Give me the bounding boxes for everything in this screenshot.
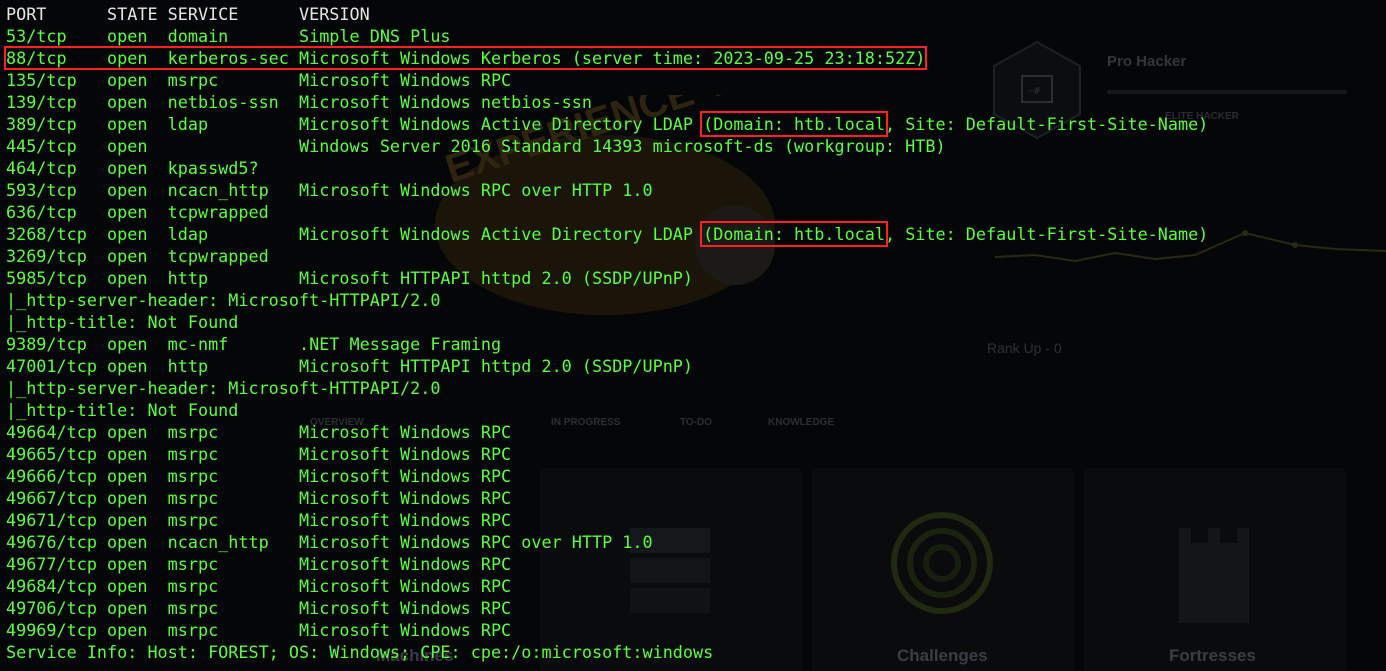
nmap-line: 445/tcp open Windows Server 2016 Standar… [6, 136, 946, 156]
nmap-line: 49969/tcp open msrpc Microsoft Windows R… [6, 620, 512, 640]
nmap-line: 49666/tcp open msrpc Microsoft Windows R… [6, 466, 512, 486]
nmap-line: |_http-server-header: Microsoft-HTTPAPI/… [6, 378, 441, 398]
nmap-line: 49671/tcp open msrpc Microsoft Windows R… [6, 510, 512, 530]
nmap-line: 9389/tcp open mc-nmf .NET Message Framin… [6, 334, 502, 354]
domain-highlight: (Domain: htb.local [700, 111, 888, 137]
nmap-line-ldap-389: 389/tcp open ldap Microsoft Windows Acti… [6, 111, 1209, 137]
nmap-line: 53/tcp open domain Simple DNS Plus [6, 26, 451, 46]
nmap-line: 49676/tcp open ncacn_http Microsoft Wind… [6, 532, 653, 552]
nmap-line: 49667/tcp open msrpc Microsoft Windows R… [6, 488, 512, 508]
nmap-line: |_http-title: Not Found [6, 312, 239, 332]
nmap-line-ldap-3268: 3268/tcp open ldap Microsoft Windows Act… [6, 221, 1209, 247]
nmap-line: 49706/tcp open msrpc Microsoft Windows R… [6, 598, 512, 618]
nmap-line: 49677/tcp open msrpc Microsoft Windows R… [6, 554, 512, 574]
nmap-line: 636/tcp open tcpwrapped [6, 202, 269, 222]
nmap-line: |_http-title: Not Found [6, 400, 239, 420]
nmap-line: 49665/tcp open msrpc Microsoft Windows R… [6, 444, 512, 464]
nmap-line: 47001/tcp open http Microsoft HTTPAPI ht… [6, 356, 694, 376]
nmap-line: 593/tcp open ncacn_http Microsoft Window… [6, 180, 653, 200]
nmap-header: PORT STATE SERVICE VERSION [6, 4, 370, 24]
nmap-line: 3269/tcp open tcpwrapped [6, 246, 269, 266]
nmap-line: 135/tcp open msrpc Microsoft Windows RPC [6, 70, 512, 90]
nmap-line: 5985/tcp open http Microsoft HTTPAPI htt… [6, 268, 694, 288]
nmap-line-kerberos-highlighted: 88/tcp open kerberos-sec Microsoft Windo… [3, 46, 928, 70]
nmap-line: 49664/tcp open msrpc Microsoft Windows R… [6, 422, 512, 442]
nmap-line: 49684/tcp open msrpc Microsoft Windows R… [6, 576, 512, 596]
nmap-line: |_http-server-header: Microsoft-HTTPAPI/… [6, 290, 441, 310]
nmap-line: 139/tcp open netbios-ssn Microsoft Windo… [6, 92, 592, 112]
nmap-line: 464/tcp open kpasswd5? [6, 158, 259, 178]
terminal-output[interactable]: PORT STATE SERVICE VERSION 53/tcp open d… [0, 0, 1386, 671]
domain-highlight: (Domain: htb.local [700, 221, 888, 247]
service-info-line: Service Info: Host: FOREST; OS: Windows;… [6, 642, 714, 662]
